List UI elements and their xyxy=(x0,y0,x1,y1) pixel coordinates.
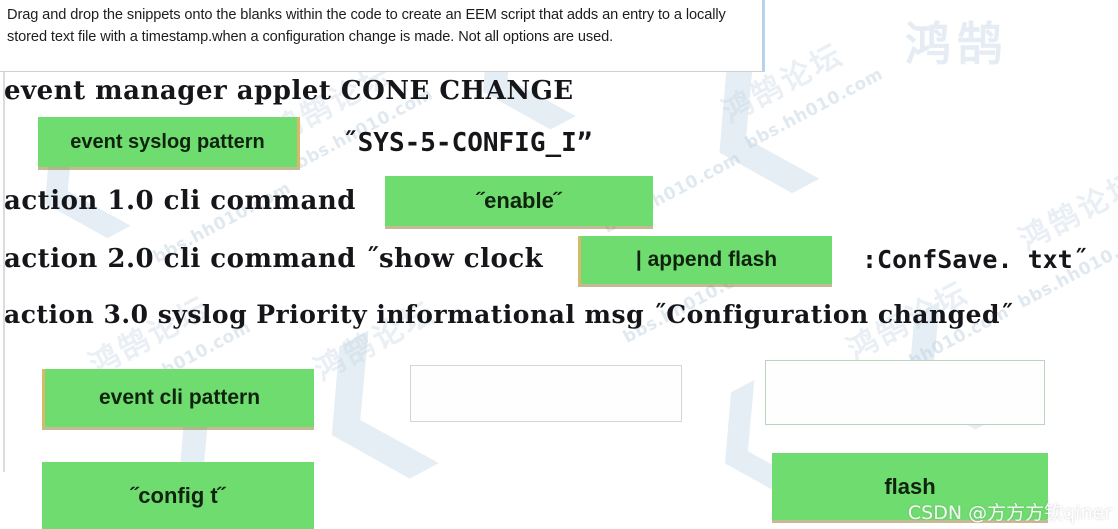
instruction-text: Drag and drop the snippets onto the blan… xyxy=(7,7,726,46)
code-line-3-prefix: action 1.0 cli command xyxy=(4,186,356,216)
snippet-label: event cli pattern xyxy=(98,386,261,409)
snippet-event-syslog-pattern[interactable]: event syslog pattern xyxy=(38,117,300,167)
csdn-credit-watermark: CSDN @方方方钦qiner xyxy=(907,502,1112,524)
snippet-label: | append flash xyxy=(635,248,778,271)
snippet-label: ˝config t˝ xyxy=(130,482,226,508)
snippet-config-t[interactable]: ˝config t˝ xyxy=(42,462,314,529)
code-line-1: event manager applet CONE CHANGE xyxy=(4,76,574,106)
code-line-4-suffix: :ConfSave. txt˝ xyxy=(862,245,1088,274)
code-line-4-prefix: action 2.0 cli command ˝show clock xyxy=(4,244,544,274)
snippet-event-cli-pattern[interactable]: event cli pattern xyxy=(42,369,314,427)
blank-left[interactable] xyxy=(410,365,682,422)
blank-right[interactable] xyxy=(765,360,1045,425)
question-screen: ❮ ❮ ❮ ❮ ❮ ❮ ❮ 鸿鹄 鸿鹄论坛 bbs.hh010.com 鸿鹄论坛… xyxy=(0,0,1118,529)
code-drop-area: event manager applet CONE CHANGE event s… xyxy=(0,72,1118,529)
code-line-5: action 3.0 syslog Priority informational… xyxy=(4,300,1014,329)
watermark-brand: 鸿鹄 xyxy=(905,17,1009,71)
instruction-panel: Drag and drop the snippets onto the blan… xyxy=(0,0,765,72)
code-line-2-suffix: ˝SYS-5-CONFIG_I” xyxy=(342,128,593,158)
snippet-label: flash xyxy=(884,473,936,499)
snippet-enable[interactable]: ˝enable˝ xyxy=(385,176,653,226)
snippet-label: event syslog pattern xyxy=(70,130,265,153)
snippet-append-flash[interactable]: | append flash xyxy=(578,236,832,284)
snippet-label: ˝enable˝ xyxy=(476,188,562,213)
